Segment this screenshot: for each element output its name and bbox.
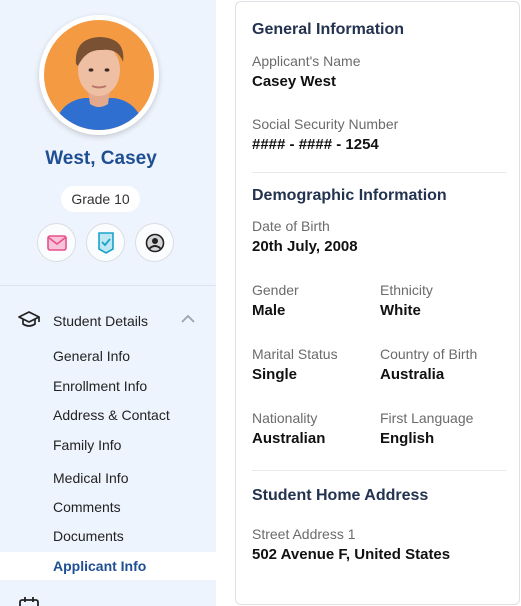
- nav-item-applicant-info[interactable]: Applicant Info: [53, 558, 146, 574]
- nav-section-student-details[interactable]: Student Details: [0, 306, 216, 336]
- section-title-demographic: Demographic Information: [252, 187, 447, 204]
- nationality-value: Australian: [252, 430, 326, 447]
- section-title-home-address: Student Home Address: [252, 487, 429, 504]
- applicant-info-card: General Information Applicant's Name Cas…: [235, 1, 520, 605]
- nav-item-comments[interactable]: Comments: [53, 499, 121, 515]
- country-of-birth-value: Australia: [380, 366, 445, 383]
- nationality-label: Nationality: [252, 410, 318, 426]
- section-divider: [252, 470, 506, 471]
- nav-section-label: Student Details: [53, 313, 148, 329]
- mail-icon: [46, 234, 67, 251]
- ssn-value: #### - #### - 1254: [252, 136, 379, 153]
- gender-label: Gender: [252, 282, 299, 298]
- first-language-label: First Language: [380, 410, 474, 426]
- marital-status-label: Marital Status: [252, 346, 338, 362]
- section-divider: [252, 172, 506, 173]
- nav-item-medical-info[interactable]: Medical Info: [53, 470, 128, 486]
- sidebar-divider: [0, 285, 216, 286]
- street-address-value: 502 Avenue F, United States: [252, 546, 451, 563]
- profile-actions: [37, 223, 174, 262]
- graduation-cap-icon: [18, 311, 40, 327]
- checked-document-icon: [97, 231, 114, 254]
- avatar: [39, 15, 159, 135]
- applicant-name-label: Applicant's Name: [252, 53, 361, 69]
- section-title-general: General Information: [252, 21, 405, 38]
- student-name: West, Casey: [45, 148, 157, 169]
- dob-label: Date of Birth: [252, 218, 330, 234]
- street-address-label: Street Address 1: [252, 526, 356, 542]
- grade-badge: Grade 10: [61, 186, 140, 212]
- ethnicity-label: Ethnicity: [380, 282, 433, 298]
- nav-item-general-info[interactable]: General Info: [53, 348, 130, 364]
- nav-item-family-info[interactable]: Family Info: [53, 437, 121, 453]
- verified-document-button[interactable]: [86, 223, 125, 262]
- nav-item-enrollment-info[interactable]: Enrollment Info: [53, 378, 147, 394]
- ethnicity-value: White: [380, 302, 421, 319]
- gender-value: Male: [252, 302, 286, 319]
- avatar-photo: [44, 20, 154, 130]
- email-button[interactable]: [37, 223, 76, 262]
- country-of-birth-label: Country of Birth: [380, 346, 478, 362]
- chevron-up-icon[interactable]: [181, 314, 195, 323]
- sidebar: West, Casey Grade 10 Student Details Gen…: [0, 0, 216, 606]
- nav-item-address-contact[interactable]: Address & Contact: [53, 407, 170, 423]
- nav-item-documents[interactable]: Documents: [53, 528, 124, 544]
- profile-button[interactable]: [135, 223, 174, 262]
- dob-value: 20th July, 2008: [252, 238, 358, 255]
- first-language-value: English: [380, 430, 435, 447]
- ssn-label: Social Security Number: [252, 116, 399, 132]
- user-circle-icon: [145, 233, 164, 252]
- applicant-name-value: Casey West: [252, 73, 336, 90]
- marital-status-value: Single: [252, 366, 298, 383]
- calendar-icon: [19, 597, 39, 606]
